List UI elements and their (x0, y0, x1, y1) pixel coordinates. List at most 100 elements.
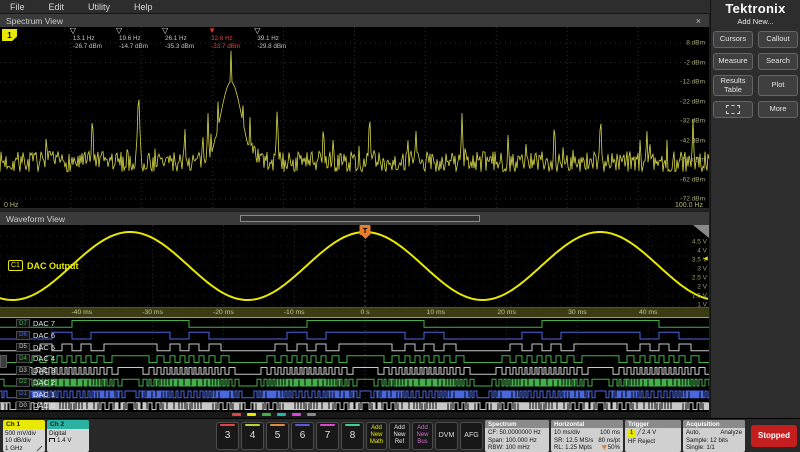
ch1-badge[interactable]: Ch 1 500 mV/div 10 dB/div 1 GHz (3, 420, 45, 452)
minimized-trace-handle[interactable] (262, 413, 271, 416)
marker-frequency: 26.1 Hz (165, 35, 208, 43)
spectrum-y-label: -52 dBm (680, 157, 705, 164)
digital-channel-label-d0[interactable]: D0DAC 0 (16, 400, 55, 411)
channel-8-button[interactable]: 8 (341, 422, 364, 450)
horizontal-position: 50% (602, 444, 620, 452)
digital-channel-label-d2[interactable]: D2DAC 2 (16, 377, 55, 388)
spectrum-x-end-label: 100.0 Hz (675, 202, 703, 209)
afg-button[interactable]: AFG (460, 422, 483, 450)
time-axis-label: -20 ms (213, 309, 234, 316)
sidebar-button-plot[interactable]: Plot (758, 75, 798, 96)
sidebar-button-callout[interactable]: Callout (758, 31, 798, 48)
spectrum-rbw: RBW: 100 mHz (488, 444, 546, 452)
ch1-settings: 500 mV/div 10 dB/div 1 GHz (3, 429, 45, 452)
run-stop-button[interactable]: Stopped (751, 425, 797, 447)
ch1-spectrum-scale: 10 dB/div (5, 437, 43, 444)
digital-channel-label-d4[interactable]: D4DAC 4 (16, 353, 55, 364)
spectrum-y-label: -2 dBm (684, 59, 705, 66)
marker-label: 32.6 Hz-33.7 dBm (211, 35, 254, 51)
waveform-pan-scrollbar[interactable] (240, 215, 480, 222)
analog-waveform-area (0, 225, 709, 307)
spectrum-trace-canvas (0, 27, 709, 210)
minimized-trace-handle[interactable] (307, 413, 316, 416)
spectrum-y-label: -12 dBm (680, 79, 705, 86)
record-length: RL: 1.25 Mpts (554, 444, 592, 452)
horizontal-settings-badge[interactable]: Horizontal 10 ms/div100 ms SR: 12.5 MS/s… (551, 420, 623, 452)
sidebar-button-more[interactable]: More (758, 101, 798, 118)
ch1-name: Ch 1 (3, 420, 45, 429)
marker-frequency: 32.6 Hz (211, 35, 254, 43)
digital-channel-label-d6[interactable]: D6DAC 6 (16, 330, 55, 341)
add-new-math-button[interactable]: Add New Math (366, 422, 387, 450)
marker-icon: ▽ (116, 27, 162, 35)
trigger-position-marker[interactable]: T (360, 225, 371, 239)
channel-level-arrow-icon[interactable]: ◄ (702, 256, 709, 263)
volt-axis-label: 4 V (697, 248, 707, 255)
spectrum-marker-4[interactable]: ▽39.1 Hz-29.8 dBm (254, 27, 300, 51)
digital-bit-name: DAC 7 (33, 319, 55, 328)
spectrum-settings-badge[interactable]: Spectrum CF: 50.0000000 Hz Span: 100.000… (485, 420, 549, 452)
digital-group-handle[interactable] (0, 355, 7, 368)
sidebar-button-results-table[interactable]: Results Table (713, 75, 753, 96)
time-axis-label: 10 ms (427, 309, 446, 316)
channel-7-button[interactable]: 7 (316, 422, 339, 450)
oscilloscope-app: File Edit Utility Help Tektronix Add New...… (0, 0, 800, 452)
ch2-badge[interactable]: Ch 2 Digital 1.4 V (47, 420, 89, 452)
spectrum-marker-1[interactable]: ▽19.6 Hz-14.7 dBm (116, 27, 162, 51)
digital-bit-badge: D1 (16, 390, 30, 399)
trigger-settings-badge[interactable]: Trigger 1╱2.4 V HF Reject (625, 420, 681, 452)
ch2-mode: Digital (49, 430, 87, 437)
channel-name: DAC Output (27, 261, 79, 271)
minimized-trace-handle[interactable] (292, 413, 301, 416)
digital-bit-name: DAC 3 (33, 366, 55, 375)
sidebar-button-search[interactable]: Search (758, 53, 798, 70)
spectrum-view-titlebar[interactable]: Spectrum View × (0, 14, 709, 27)
channel-3-button[interactable]: 3 (216, 422, 239, 450)
add-new-label[interactable]: Add New... (711, 17, 800, 26)
marker-frequency: 13.1 Hz (73, 35, 116, 43)
minimized-trace-handle[interactable] (247, 413, 256, 416)
time-axis-label: 20 ms (497, 309, 516, 316)
sidebar-button-measure[interactable]: Measure (713, 53, 753, 70)
acquisition-settings-badge[interactable]: Acquisition Auto,Analyze Sample: 12 bits… (683, 420, 745, 452)
channel-color-stripe (320, 424, 335, 426)
digital-channel-label-d5[interactable]: D5DAC 5 (16, 342, 55, 353)
channel-badge: C1 (8, 260, 23, 271)
spectrum-marker-0[interactable]: ▽13.1 Hz-26.7 dBm (70, 27, 116, 51)
channel-5-button[interactable]: 5 (266, 422, 289, 450)
marker-frequency: 39.1 Hz (257, 35, 300, 43)
channel-6-button[interactable]: 6 (291, 422, 314, 450)
channel-number: 3 (225, 430, 231, 441)
digital-channel-label-d3[interactable]: D3DAC 3 (16, 365, 55, 376)
analog-channel-label[interactable]: C1 DAC Output (8, 260, 78, 271)
menu-edit[interactable]: Edit (49, 2, 65, 12)
sample-interval: 80 ns/pt (598, 437, 620, 445)
volt-axis-label: 2 V (697, 284, 707, 291)
tektronix-logo: Tektronix (711, 1, 800, 16)
analog-trace-canvas (0, 225, 709, 307)
sidebar-button-draw-a-box[interactable] (713, 101, 753, 118)
add-new-ref-button[interactable]: Add New Ref (389, 422, 410, 450)
digital-channel-label-d1[interactable]: D1DAC 1 (16, 389, 55, 400)
draw-a-box-icon (726, 105, 740, 114)
ch2-threshold: 1.4 V (49, 437, 87, 444)
spectrum-y-label: -32 dBm (680, 118, 705, 125)
time-axis-label: 40 ms (639, 309, 658, 316)
spectrum-reference-marker[interactable]: ▼32.6 Hz-33.7 dBm (208, 27, 254, 51)
dvm-button[interactable]: DVM (435, 422, 458, 450)
menu-help[interactable]: Help (134, 2, 153, 12)
minimized-trace-handle[interactable] (232, 413, 241, 416)
add-new-bus-button[interactable]: Add New Bus (412, 422, 433, 450)
sidebar-button-cursors[interactable]: Cursors (713, 31, 753, 48)
minimized-trace-handle[interactable] (277, 413, 286, 416)
position-marker-icon (602, 445, 607, 450)
menu-file[interactable]: File (10, 2, 25, 12)
spectrum-marker-2[interactable]: ▽26.1 Hz-35.3 dBm (162, 27, 208, 51)
add-new-buttons: Add New MathAdd New RefAdd New Bus (366, 422, 433, 450)
digital-bit-badge: D6 (16, 331, 30, 340)
close-icon[interactable]: × (694, 16, 703, 26)
right-sidebar: Tektronix Add New... Cursors Callout Measu… (710, 0, 800, 418)
menu-utility[interactable]: Utility (88, 2, 110, 12)
digital-channel-label-d7[interactable]: D7DAC 7 (16, 318, 55, 329)
channel-4-button[interactable]: 4 (241, 422, 264, 450)
